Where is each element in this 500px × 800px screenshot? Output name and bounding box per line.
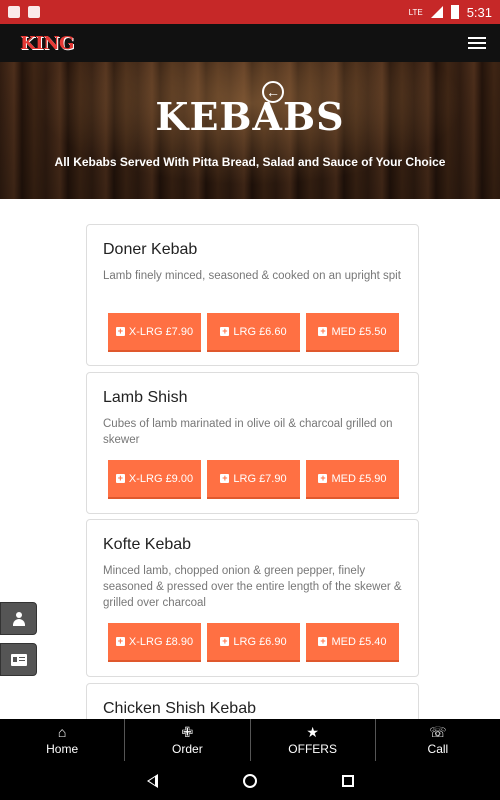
- add-xlrg-button[interactable]: + X-LRG £9.00: [108, 460, 201, 499]
- menu-item-name: Doner Kebab: [103, 241, 198, 258]
- menu-item-card: Lamb Shish Cubes of lamb marinated in ol…: [86, 372, 419, 514]
- clock: 5:31: [466, 4, 492, 20]
- tab-label: OFFERS: [288, 741, 337, 756]
- phone-icon: ☏: [429, 723, 447, 740]
- network-type: LTE: [408, 7, 423, 17]
- add-lrg-button[interactable]: + LRG £6.90: [207, 623, 300, 662]
- plus-icon: +: [318, 473, 328, 483]
- tab-call[interactable]: ☏ Call: [376, 719, 500, 761]
- status-indicators: LTE 5:31: [409, 5, 492, 20]
- price-label: MED £5.50: [331, 325, 387, 338]
- tab-label: Home: [46, 741, 79, 756]
- page-title: KEBABS: [155, 94, 345, 139]
- price-label: LRG £7.90: [233, 472, 287, 485]
- add-med-button[interactable]: + MED £5.50: [306, 313, 399, 352]
- add-xlrg-button[interactable]: + X-LRG £7.90: [108, 313, 201, 352]
- plus-icon: +: [220, 636, 230, 646]
- tab-label: Order: [172, 741, 203, 756]
- user-icon: [12, 611, 25, 626]
- plus-icon: +: [115, 473, 125, 483]
- menu-item-name: Chicken Shish Kebab: [103, 700, 256, 717]
- tab-label: Call: [427, 741, 449, 756]
- page-subtitle: All Kebabs Served With Pitta Bread, Sala…: [54, 155, 446, 169]
- bottom-tab-bar: ⌂ Home ✙ Order ★ OFFERS ☏ Call: [0, 719, 500, 761]
- app-bar: KING: [0, 24, 500, 62]
- system-nav-bar: [0, 761, 500, 800]
- plus-icon: +: [115, 636, 125, 646]
- price-label: MED £5.90: [331, 472, 387, 485]
- account-button[interactable]: [0, 602, 37, 635]
- status-bar: LTE 5:31: [0, 0, 500, 24]
- add-lrg-button[interactable]: + LRG £7.90: [207, 460, 300, 499]
- sd-card-icon: [8, 6, 20, 18]
- contact-card-icon: [10, 653, 27, 666]
- plus-icon: +: [318, 326, 328, 336]
- contact-card-button[interactable]: [0, 643, 37, 676]
- nav-home-icon[interactable]: [242, 773, 257, 788]
- android-icon: [28, 6, 40, 18]
- menu-item-description: Minced lamb, chopped onion & green peppe…: [103, 565, 402, 609]
- battery-icon: [450, 5, 459, 19]
- plus-icon: +: [220, 473, 230, 483]
- price-label: X-LRG £8.90: [128, 635, 194, 648]
- menu-item-description: Lamb finely minced, seasoned & cooked on…: [103, 270, 401, 282]
- price-options: + X-LRG £7.90 + LRG £6.60 + MED £5.50: [108, 313, 399, 352]
- menu-item-description: Cubes of lamb marinated in olive oil & c…: [103, 418, 393, 446]
- signal-icon: [430, 6, 443, 18]
- plus-icon: +: [318, 636, 328, 646]
- utensils-icon: ✙: [181, 723, 194, 740]
- menu-item-card: Kofte Kebab Minced lamb, chopped onion &…: [86, 519, 419, 677]
- price-label: X-LRG £9.00: [128, 472, 194, 485]
- add-xlrg-button[interactable]: + X-LRG £8.90: [108, 623, 201, 662]
- price-options: + X-LRG £8.90 + LRG £6.90 + MED £5.40: [108, 623, 399, 662]
- price-label: LRG £6.90: [233, 635, 287, 648]
- price-label: MED £5.40: [331, 635, 387, 648]
- menu-item-card: Doner Kebab Lamb finely minced, seasoned…: [86, 224, 419, 366]
- tab-offers[interactable]: ★ OFFERS: [251, 719, 376, 761]
- nav-recents-icon[interactable]: [341, 774, 354, 787]
- brand-logo[interactable]: KING: [20, 33, 74, 54]
- notification-icons: [8, 6, 40, 18]
- menu-item-card: Chicken Shish Kebab: [86, 683, 419, 719]
- plus-icon: +: [115, 326, 125, 336]
- add-med-button[interactable]: + MED £5.90: [306, 460, 399, 499]
- add-lrg-button[interactable]: + LRG £6.60: [207, 313, 300, 352]
- plus-icon: +: [220, 326, 230, 336]
- star-icon: ★: [306, 723, 319, 740]
- tab-home[interactable]: ⌂ Home: [0, 719, 126, 761]
- menu-item-name: Lamb Shish: [103, 389, 188, 406]
- menu-item-name: Kofte Kebab: [103, 536, 192, 553]
- price-options: + X-LRG £9.00 + LRG £7.90 + MED £5.90: [108, 460, 399, 499]
- app-root: LTE 5:31 KING ← KEBABS All Kebabs Served…: [0, 0, 500, 800]
- price-label: X-LRG £7.90: [128, 325, 194, 338]
- hamburger-menu-icon[interactable]: [468, 37, 486, 49]
- price-label: LRG £6.60: [233, 325, 287, 338]
- add-med-button[interactable]: + MED £5.40: [306, 623, 399, 662]
- nav-back-icon[interactable]: [146, 773, 158, 788]
- home-icon: ⌂: [57, 723, 67, 740]
- tab-order[interactable]: ✙ Order: [125, 719, 251, 761]
- menu-list[interactable]: Doner Kebab Lamb finely minced, seasoned…: [0, 199, 500, 719]
